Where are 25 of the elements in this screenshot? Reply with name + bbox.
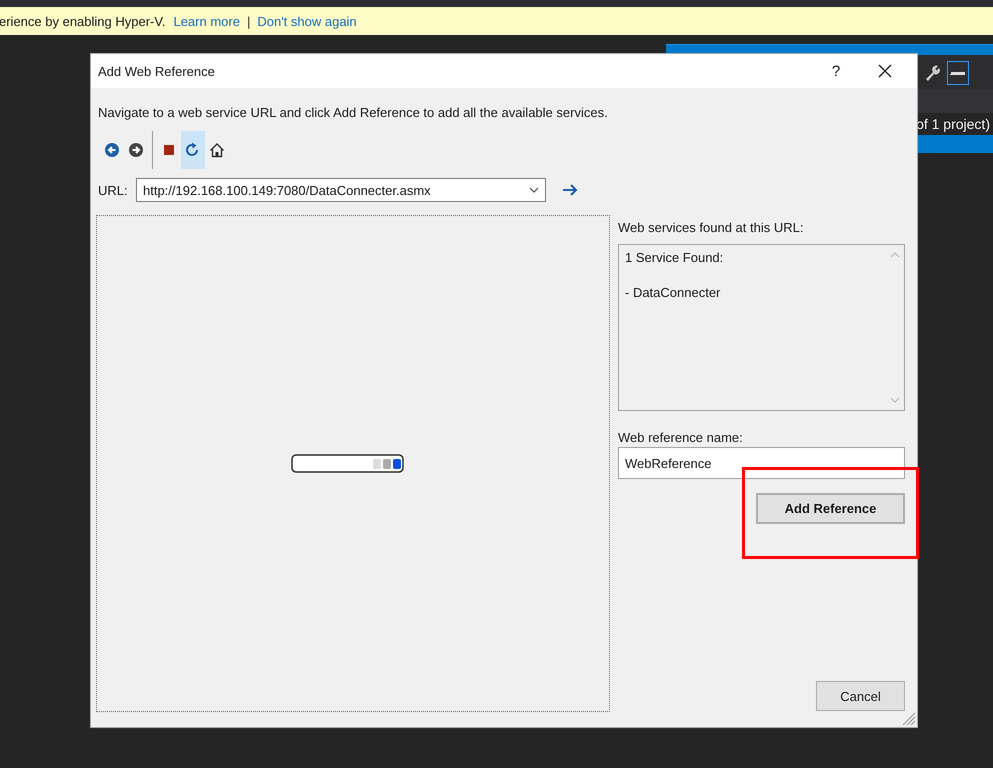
dropdown-icon[interactable] [529, 187, 539, 193]
toolbar-button[interactable] [947, 61, 969, 85]
stop-icon [161, 142, 177, 158]
url-combo-box[interactable]: http://192.168.100.149:7080/DataConnecter.asmx [136, 178, 546, 202]
info-link[interactable]: Don't show again [257, 14, 357, 28]
dialog-title: Add Web Reference [98, 64, 216, 78]
back-icon [104, 142, 120, 158]
close-icon [878, 64, 892, 78]
cancel-button[interactable]: Cancel [816, 681, 905, 711]
resize-grip-icon[interactable] [901, 711, 916, 726]
instruction-text: Navigate to a web service URL and click Add Reference to add all the available services. [98, 105, 609, 120]
services-label: Web services found at this URL: [618, 220, 804, 237]
service-count: 1 Service Found: [625, 250, 724, 265]
reference-name-field[interactable]: WebReference [618, 447, 905, 479]
url-label: URL: [98, 182, 129, 198]
refresh-icon [185, 142, 201, 158]
home-icon [209, 142, 225, 158]
arrow-right-icon [562, 183, 578, 197]
forward-icon [128, 142, 144, 158]
link-separator: | [246, 14, 250, 28]
service-item: - DataConnecter [625, 285, 722, 300]
info-link[interactable]: Learn more [173, 14, 240, 28]
add-reference-button[interactable]: Add Reference [756, 493, 905, 524]
reference-name-label: Web reference name: [618, 430, 744, 447]
help-button[interactable]: ? [821, 56, 851, 86]
